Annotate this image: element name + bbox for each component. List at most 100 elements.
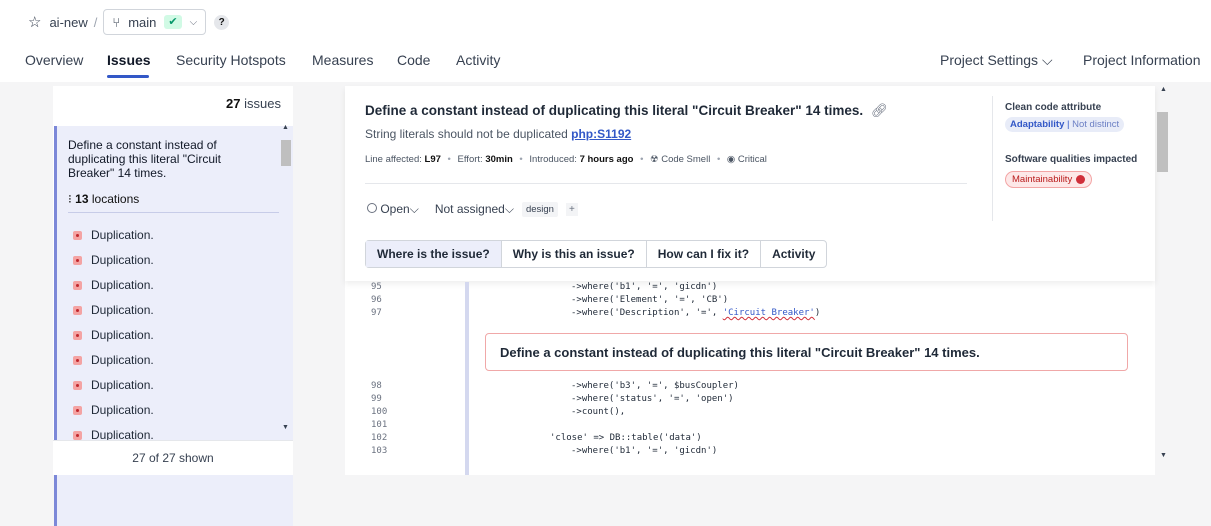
rule-key-link[interactable]: php:S1192 [571, 127, 631, 141]
code-line-highlighted: ->where('Description', '=', 'Circuit Bre… [571, 308, 820, 318]
locations-icon: ⁝ [68, 192, 72, 206]
active-tab-indicator [107, 75, 149, 78]
location-marker-icon [73, 230, 82, 240]
line-number: 97 [371, 308, 382, 318]
location-item[interactable]: Duplication. [73, 378, 154, 392]
issues-count-label: issues [244, 96, 281, 111]
card-divider [68, 212, 279, 213]
chevron-down-icon: ⌵ [409, 202, 419, 216]
breadcrumb: ☆ ai-new / ⑂ main ✔ ⌵ ? [28, 9, 230, 35]
location-item[interactable]: Duplication. [73, 353, 154, 367]
issue-severity: Critical [737, 154, 767, 165]
location-item[interactable]: Duplication. [73, 253, 154, 267]
effort-label: Effort: [457, 154, 483, 165]
locations-toggle[interactable]: ⁝ 13 locations [68, 192, 139, 206]
chevron-down-icon: ⌵ [189, 16, 198, 28]
location-marker-icon [73, 280, 82, 290]
tab-activity[interactable]: Activity [456, 52, 500, 68]
location-marker-icon [73, 405, 82, 415]
tab-overview[interactable]: Overview [25, 52, 83, 68]
assignee-dropdown[interactable]: Not assigned⌵ [435, 202, 514, 217]
meta-separator: • [447, 154, 451, 165]
project-settings-menu[interactable]: Project Settings ⌵ [940, 52, 1053, 69]
line-number: 98 [371, 381, 382, 391]
location-marker-icon [73, 355, 82, 365]
location-item[interactable]: Duplication. [73, 328, 154, 342]
location-item[interactable]: Duplication. [73, 278, 154, 292]
location-item[interactable]: Duplication. [73, 303, 154, 317]
issue-highlight[interactable]: 'Circuit Breaker' [723, 308, 815, 318]
code-line: ->where('status', '=', 'open') [571, 394, 734, 404]
project-tabs: Overview Issues Security Hotspots Measur… [0, 44, 1211, 82]
tab-issues[interactable]: Issues [107, 52, 151, 68]
tab-security-hotspots[interactable]: Security Hotspots [176, 52, 286, 68]
project-name[interactable]: ai-new [49, 15, 87, 30]
issues-count-number: 27 [226, 96, 241, 111]
tab-measures[interactable]: Measures [312, 52, 373, 68]
breadcrumb-separator: / [93, 14, 98, 30]
help-icon[interactable]: ? [214, 14, 230, 30]
location-marker-icon [73, 330, 82, 340]
maintainability-badge[interactable]: Maintainability [1005, 171, 1093, 188]
meta-separator: • [519, 154, 523, 165]
clean-code-label: Clean code attribute [1005, 102, 1102, 113]
line-number: 96 [371, 295, 382, 305]
tag-chip[interactable]: design [521, 202, 558, 217]
issue-type: Code Smell [661, 154, 711, 165]
clean-code-badge[interactable]: Adaptability | Not distinct [1005, 117, 1125, 132]
shown-count: 27 of 27 shown [53, 440, 293, 475]
clean-code-detail: Not distinct [1072, 119, 1120, 130]
location-label: Duplication. [91, 328, 154, 342]
line-number: 100 [371, 407, 388, 417]
star-icon[interactable]: ☆ [28, 13, 41, 31]
left-scrollbar-thumb[interactable] [281, 140, 291, 166]
scroll-up-arrow-icon[interactable]: ▲ [282, 124, 289, 131]
location-label: Duplication. [91, 353, 154, 367]
permalink-icon[interactable]: 🔗︎ [871, 103, 888, 118]
code-line: ->where('Element', '=', 'CB') [571, 295, 729, 305]
code-line: ->where('b3', '=', $busCoupler) [571, 381, 739, 391]
tab-how-can-i-fix-it[interactable]: How can I fix it? [647, 241, 762, 267]
scroll-down-arrow-icon[interactable]: ▼ [1160, 452, 1167, 459]
issue-title-text: Define a constant instead of duplicating… [365, 103, 864, 118]
issue-meta: Line affected: L97 • Effort: 30min • Int… [365, 154, 767, 165]
right-scrollbar-thumb[interactable] [1157, 112, 1168, 172]
assignee-label: Not assigned [434, 202, 505, 216]
code-line: ->where('b1', '=', 'gicdn') [571, 282, 718, 292]
issues-list-panel: 27 issues Define a constant instead of d… [53, 86, 293, 526]
status-radio-icon [367, 203, 377, 213]
add-tag-button[interactable]: + [565, 203, 578, 216]
scroll-down-arrow-icon[interactable]: ▼ [282, 424, 289, 431]
branch-selector[interactable]: ⑂ main ✔ ⌵ [103, 9, 207, 35]
introduced-value: 7 hours ago [579, 154, 634, 165]
location-marker-icon [73, 255, 82, 265]
quality-gate-passed-icon: ✔ [164, 15, 182, 29]
line-label: Line affected: [365, 154, 422, 165]
rule-description: String literals should not be duplicated [365, 127, 568, 141]
header-vertical-divider [992, 96, 993, 221]
issue-title: Define a constant instead of duplicating… [365, 103, 888, 119]
location-item[interactable]: Duplication. [73, 403, 154, 417]
inline-issue-message[interactable]: Define a constant instead of duplicating… [485, 333, 1128, 371]
status-dropdown[interactable]: Open⌵ [367, 202, 419, 217]
project-information-link[interactable]: Project Information [1083, 52, 1201, 68]
rule-line: String literals should not be duplicated… [365, 127, 631, 141]
tab-why-is-this-an-issue[interactable]: Why is this an issue? [502, 241, 647, 267]
tab-activity[interactable]: Activity [761, 241, 826, 267]
line-number: 95 [371, 282, 382, 292]
top-bar: ☆ ai-new / ⑂ main ✔ ⌵ ? Overview Issues … [0, 0, 1211, 82]
line-number: 99 [371, 394, 382, 404]
branch-name: main [128, 14, 157, 30]
location-item[interactable]: Duplication. [73, 228, 154, 242]
location-label: Duplication. [91, 303, 154, 317]
meta-separator: • [716, 154, 721, 165]
location-label: Duplication. [91, 278, 154, 292]
scroll-up-arrow-icon[interactable]: ▲ [1160, 86, 1167, 93]
tab-code[interactable]: Code [397, 52, 430, 68]
tab-where-is-the-issue[interactable]: Where is the issue? [366, 241, 502, 267]
line-number: 102 [371, 433, 388, 443]
issue-subtabs: Where is the issue? Why is this an issue… [365, 240, 828, 268]
issue-actions: Open⌵ Not assigned⌵ design + [367, 202, 578, 217]
code-fragment: ->where('Description', '=', [571, 308, 723, 318]
selected-issue-title[interactable]: Define a constant instead of duplicating… [68, 138, 268, 180]
